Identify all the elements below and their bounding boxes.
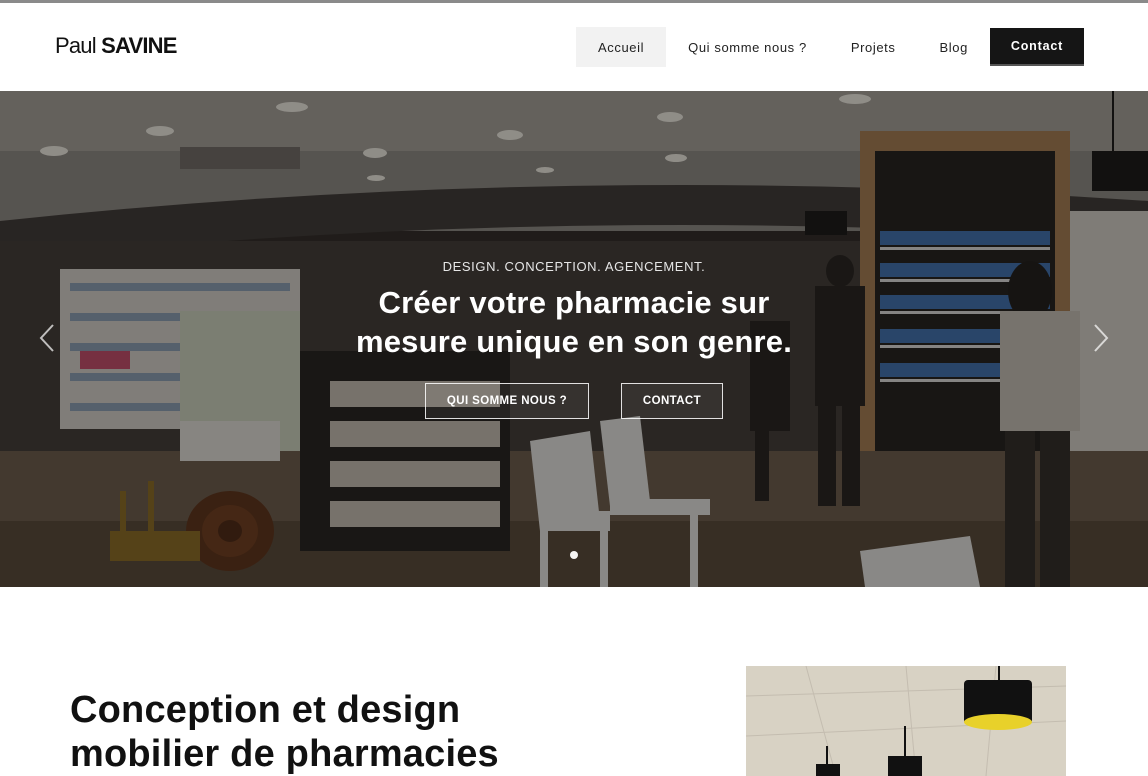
hero-title-line-2: mesure unique en son genre. bbox=[355, 324, 793, 359]
hero-contact-button[interactable]: CONTACT bbox=[621, 383, 723, 419]
nav-item-projets[interactable]: Projets bbox=[829, 27, 918, 67]
hero-about-button[interactable]: QUI SOMME NOUS ? bbox=[425, 383, 589, 419]
site-logo[interactable]: Paul SAVINE bbox=[55, 33, 177, 59]
section-title: Conception et design mobilier de pharmac… bbox=[70, 688, 499, 776]
hero-title: Créer votre pharmacie sur mesure unique … bbox=[0, 283, 1148, 361]
chevron-right-icon[interactable] bbox=[1090, 323, 1110, 353]
feature-image bbox=[746, 666, 1066, 776]
slider-dot-active[interactable] bbox=[570, 551, 578, 559]
hero-slider: DESIGN. CONCEPTION. AGENCEMENT. Créer vo… bbox=[0, 91, 1148, 587]
logo-first-name: Paul bbox=[55, 33, 97, 58]
section-title-line-1: Conception et design bbox=[70, 689, 461, 731]
chevron-left-icon[interactable] bbox=[38, 323, 58, 353]
logo-last-name: SAVINE bbox=[101, 33, 177, 58]
nav-contact-button[interactable]: Contact bbox=[989, 28, 1085, 66]
main-nav: Accueil Qui somme nous ? Projets Blog Co… bbox=[576, 27, 1085, 67]
hero-buttons: QUI SOMME NOUS ? CONTACT bbox=[0, 383, 1148, 419]
nav-item-qui-somme-nous[interactable]: Qui somme nous ? bbox=[666, 27, 829, 67]
nav-item-blog[interactable]: Blog bbox=[918, 27, 990, 67]
slider-pagination bbox=[570, 551, 578, 559]
hero-title-line-1: Créer votre pharmacie sur bbox=[378, 285, 770, 320]
hero-kicker: DESIGN. CONCEPTION. AGENCEMENT. bbox=[442, 259, 706, 274]
nav-item-accueil[interactable]: Accueil bbox=[576, 27, 667, 67]
site-header: Paul SAVINE Accueil Qui somme nous ? Pro… bbox=[0, 3, 1148, 91]
section-title-line-2: mobilier de pharmacies bbox=[70, 733, 499, 775]
